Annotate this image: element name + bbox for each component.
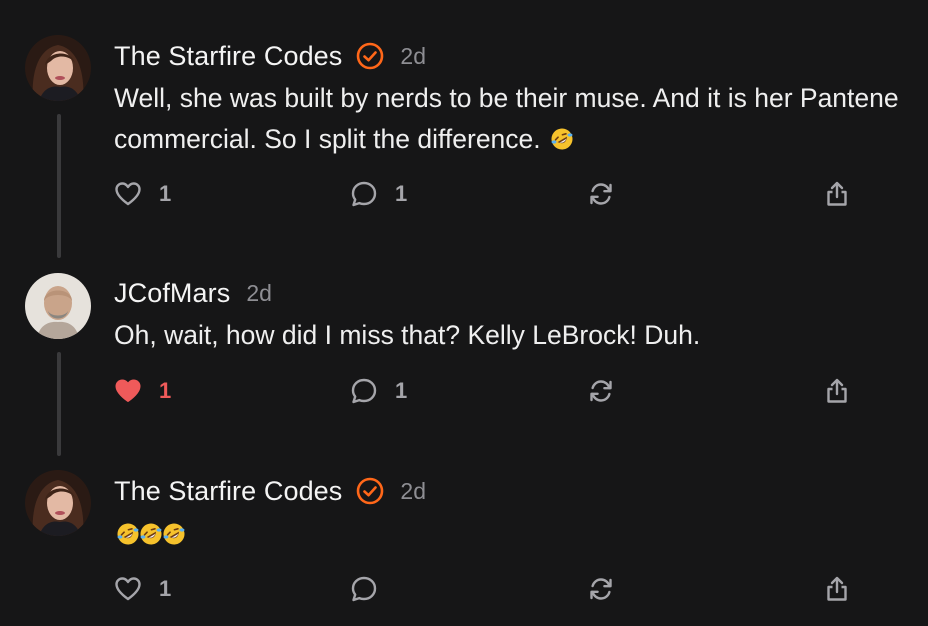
- comment-text-line-with-emoji: commercial. So I split the difference.: [114, 119, 924, 160]
- share-button[interactable]: [823, 569, 851, 609]
- comment-header: JCofMars 2d: [114, 273, 272, 313]
- author-name[interactable]: JCofMars: [114, 278, 230, 309]
- comment-bubble-icon: [351, 181, 377, 207]
- like-count: 1: [159, 181, 172, 206]
- reply-button[interactable]: [350, 569, 378, 609]
- rolling-on-floor-laughing-emoji: [162, 517, 186, 545]
- reply-count: 1: [395, 378, 408, 403]
- emoji-line: [114, 514, 924, 555]
- action-bar: 1 1: [0, 174, 928, 214]
- like-button[interactable]: 1: [114, 174, 171, 214]
- reply-button[interactable]: 1: [350, 174, 407, 214]
- like-button[interactable]: 1: [114, 371, 171, 411]
- rolling-on-floor-laughing-emoji: [116, 517, 140, 545]
- rolling-on-floor-laughing-emoji: [550, 122, 574, 150]
- action-bar: 1: [0, 569, 928, 609]
- heart-icon: [115, 182, 141, 206]
- avatar[interactable]: [25, 35, 91, 101]
- comment-text-line: Well, she was built by nerds to be their…: [114, 83, 899, 113]
- comment-body: Well, she was built by nerds to be their…: [114, 78, 924, 160]
- timestamp[interactable]: 2d: [400, 478, 426, 505]
- timestamp[interactable]: 2d: [246, 280, 272, 307]
- reply-button[interactable]: 1: [350, 371, 407, 411]
- reply-count: 1: [395, 181, 408, 206]
- author-name[interactable]: The Starfire Codes: [114, 476, 342, 507]
- restack-icon: [590, 578, 612, 600]
- timestamp[interactable]: 2d: [400, 43, 426, 70]
- comment-body: Oh, wait, how did I miss that? Kelly LeB…: [114, 315, 924, 356]
- comment-header: The Starfire Codes 2d: [114, 471, 426, 511]
- restack-button[interactable]: [587, 371, 615, 411]
- share-icon: [827, 576, 847, 601]
- comment-bubble-icon: [351, 378, 377, 404]
- comment-body: [114, 514, 924, 555]
- share-button[interactable]: [823, 174, 851, 214]
- verified-check-icon: [356, 477, 384, 505]
- author-name[interactable]: The Starfire Codes: [114, 41, 342, 72]
- comment-bubble-icon: [351, 576, 377, 602]
- restack-button[interactable]: [587, 569, 615, 609]
- avatar[interactable]: [25, 470, 91, 536]
- comment-text-line: commercial. So I split the difference.: [114, 124, 541, 154]
- share-icon: [827, 378, 847, 403]
- like-button[interactable]: 1: [114, 569, 171, 609]
- restack-button[interactable]: [587, 174, 615, 214]
- like-count: 1: [159, 576, 172, 601]
- heart-filled-icon: [115, 379, 141, 402]
- like-count: 1: [159, 378, 172, 403]
- comment-text-line: Oh, wait, how did I miss that? Kelly LeB…: [114, 320, 701, 350]
- share-button[interactable]: [823, 371, 851, 411]
- restack-icon: [590, 380, 612, 402]
- restack-icon: [590, 183, 612, 205]
- share-icon: [827, 181, 847, 206]
- action-bar: 1 1: [0, 371, 928, 411]
- avatar[interactable]: [25, 273, 91, 339]
- rolling-on-floor-laughing-emoji: [139, 517, 163, 545]
- comment-header: The Starfire Codes 2d: [114, 36, 426, 76]
- heart-icon: [115, 577, 141, 601]
- verified-check-icon: [356, 42, 384, 70]
